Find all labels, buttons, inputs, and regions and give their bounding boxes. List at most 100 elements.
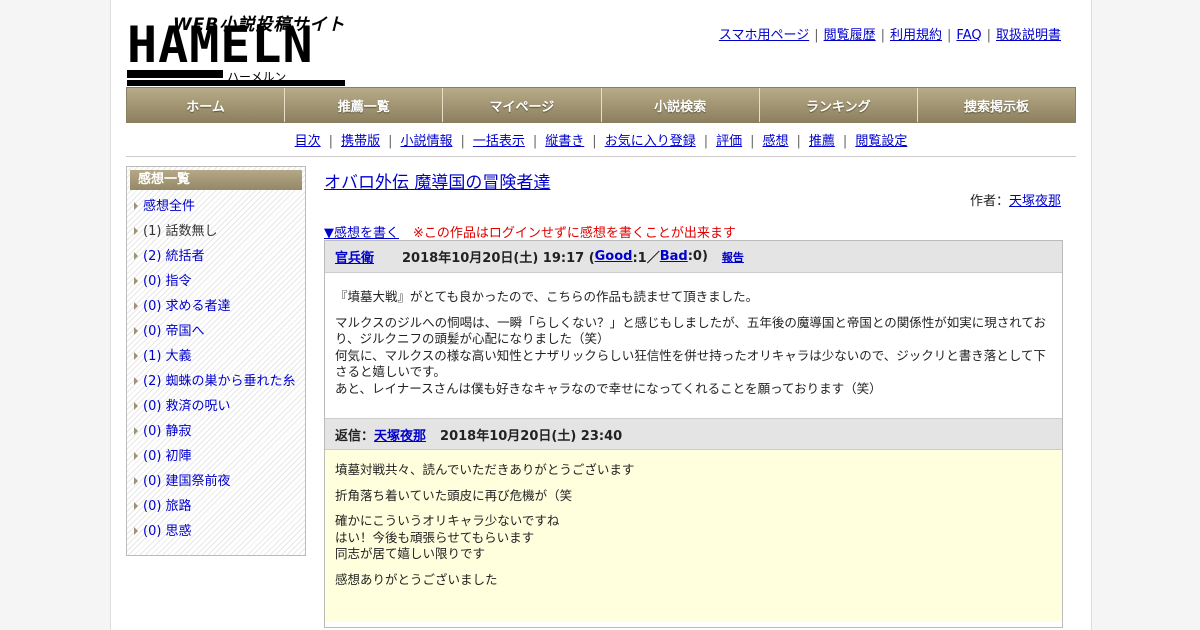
commenter-link[interactable]: 官兵衛 (335, 247, 374, 266)
sidebar-item-label[interactable]: 感想全件 (143, 199, 195, 214)
nav-home[interactable]: ホーム (127, 88, 286, 122)
bad-vote-link[interactable]: Bad (660, 249, 688, 264)
sidebar-item-label[interactable]: (0) 指令 (143, 274, 192, 289)
novel-info-link[interactable]: 小説情報 (400, 134, 452, 149)
comment-paragraph: あと、レイナースさんは僕も好きなキャラなので幸せになってくれることを願っておりま… (335, 380, 882, 396)
comments-link[interactable]: 感想 (763, 134, 789, 149)
sidebar-heading: 感想一覧 (130, 170, 302, 190)
separator: | (592, 134, 597, 149)
sidebar-item-label[interactable]: (0) 求める者達 (143, 299, 231, 314)
sidebar-item[interactable]: (0) 建国祭前夜 (127, 469, 305, 494)
sidebar-item[interactable]: (0) 初陣 (127, 444, 305, 469)
sidebar-item-label[interactable]: (0) 初陣 (143, 449, 192, 464)
history-link[interactable]: 閲覧履歴 (824, 28, 876, 43)
reply-paragraph: 感想ありがとうございました (335, 571, 498, 587)
separator: | (842, 134, 848, 149)
comment-box: 官兵衛 2018年10月20日(土) 19:17 (Good:1／ Bad:0) … (324, 240, 1063, 628)
guest-comment-note: ※この作品はログインせずに感想を書くことが出来ます (413, 226, 736, 241)
rating-link[interactable]: 評価 (716, 134, 742, 149)
nav-mypage[interactable]: マイページ (443, 88, 602, 122)
manual-link[interactable]: 取扱説明書 (996, 28, 1061, 43)
separator: | (986, 28, 991, 43)
sidebar-item-label[interactable]: (2) 蜘蛛の巣から垂れた糸 (143, 374, 296, 389)
vertical-link[interactable]: 縦書き (545, 134, 584, 149)
mobile-version-link[interactable]: 携帯版 (341, 134, 380, 149)
reply-paragraph: 確かにこういうオリキャラ少ないですね (335, 513, 560, 528)
logo-bar (127, 70, 223, 78)
sidebar-item-label[interactable]: (0) 帝国へ (143, 324, 205, 339)
separator: | (328, 134, 334, 149)
author-line: 作者：天塚夜那 (970, 190, 1061, 209)
logo-name: HAMELN (127, 16, 314, 74)
sidebar-item-label[interactable]: (0) 旅路 (143, 499, 192, 514)
sidebar-item[interactable]: 感想全件 (127, 194, 305, 219)
comment-body: 『墳墓大戦』がとても良かったので、こちらの作品も読ませて頂きました。 マルクスの… (325, 273, 1062, 418)
bad-count: :0) (687, 249, 708, 264)
good-vote-link[interactable]: Good (595, 249, 633, 264)
sidebar-item-label[interactable]: (0) 救済の呪い (143, 399, 231, 414)
sidebar-item[interactable]: (0) 思惑 (127, 519, 305, 544)
site-logo[interactable]: WEB小説投稿サイト HAMELN ハーメルン (127, 8, 347, 86)
separator: | (703, 134, 709, 149)
display-all-link[interactable]: 一括表示 (473, 134, 525, 149)
novel-sub-links: 目次 | 携帯版 | 小説情報 | 一括表示 | 縦書き | お気に入り登録 | 評価 | 感想 | 推薦 | 閲覧… (111, 130, 1091, 149)
nav-search-board[interactable]: 捜索掲示板 (917, 88, 1076, 122)
author-label: 作者： (969, 194, 1009, 209)
smartphone-page-link[interactable]: スマホ用ページ (719, 28, 809, 43)
logo-underline (127, 80, 345, 86)
novel-title-link[interactable]: オバロ外伝 魔導国の冒険者達 (324, 168, 550, 193)
separator: | (532, 134, 538, 149)
nav-recommendations[interactable]: 推薦一覧 (285, 88, 444, 122)
write-comment-link[interactable]: ▼感想を書く (324, 226, 399, 241)
sidebar-item-label[interactable]: (0) 思惑 (143, 524, 192, 539)
write-comment-area: ▼感想を書く ※この作品はログインせずに感想を書くことが出来ます (324, 222, 736, 241)
page: WEB小説投稿サイト HAMELN ハーメルン スマホ用ページ | 閲覧履歴 | 利用規… (110, 0, 1092, 630)
sidebar-item[interactable]: (0) 帝国へ (127, 319, 305, 344)
reading-settings-link[interactable]: 閲覧設定 (855, 134, 907, 149)
good-count: :1／ (632, 251, 660, 266)
nav-ranking[interactable]: ランキング (759, 88, 918, 122)
sidebar: 感想一覧 感想全件 (1) 話数無し (2) 統括者 (0) 指令 (0) 求め… (126, 166, 306, 556)
sidebar-item[interactable]: (2) 統括者 (127, 244, 305, 269)
sidebar-list: 感想全件 (1) 話数無し (2) 統括者 (0) 指令 (0) 求める者達 (… (127, 194, 305, 544)
favorite-link[interactable]: お気に入り登録 (605, 134, 696, 149)
nav-novel-search[interactable]: 小説検索 (601, 88, 760, 122)
terms-link[interactable]: 利用規約 (890, 28, 942, 43)
report-link[interactable]: 報告 (722, 249, 744, 265)
reply-author-link[interactable]: 天塚夜那 (374, 425, 426, 444)
sidebar-item[interactable]: (0) 静寂 (127, 419, 305, 444)
sidebar-item[interactable]: (0) 求める者達 (127, 294, 305, 319)
sidebar-item[interactable]: (2) 蜘蛛の巣から垂れた糸 (127, 369, 305, 394)
comment-paragraph: マルクスのジルへの恫喝は、一瞬「らしくない？」と感じもしましたが、五年後の魔導国… (335, 314, 1047, 347)
comment-header: 官兵衛 2018年10月20日(土) 19:17 (Good:1／ Bad:0) … (325, 241, 1062, 273)
sidebar-item[interactable]: (0) 旅路 (127, 494, 305, 519)
sidebar-item[interactable]: (0) 指令 (127, 269, 305, 294)
comment-date: 2018年10月20日(土) 19:17 ( (402, 251, 595, 266)
comment-paragraph: 『墳墓大戦』がとても良かったので、こちらの作品も読ませて頂きました。 (335, 289, 759, 304)
reply-paragraph: はい！今後も頑張らせてもらいます (335, 529, 535, 545)
separator: | (947, 28, 952, 43)
sidebar-item: (1) 話数無し (127, 219, 305, 244)
divider (126, 156, 1076, 157)
sidebar-item-label[interactable]: (0) 静寂 (143, 424, 192, 439)
sidebar-item-label[interactable]: (1) 大義 (143, 349, 192, 364)
top-links: スマホ用ページ | 閲覧履歴 | 利用規約 | FAQ | 取扱説明書 (717, 24, 1063, 43)
sidebar-item[interactable]: (1) 大義 (127, 344, 305, 369)
sidebar-item-label: (1) 話数無し (143, 224, 218, 239)
faq-link[interactable]: FAQ (956, 28, 981, 43)
author-link[interactable]: 天塚夜那 (1009, 194, 1061, 209)
toc-link[interactable]: 目次 (295, 134, 321, 149)
comment-paragraph: 何気に、マルクスの様な高い知性とナザリックらしい狂信性を併せ持ったオリキャラは少… (335, 347, 1046, 380)
separator: | (388, 134, 393, 149)
main-nav: ホーム 推薦一覧 マイページ 小説検索 ランキング 捜索掲示板 (126, 87, 1076, 123)
reply-date: 2018年10月20日(土) 23:40 (440, 428, 623, 444)
reply-header: 返信： 天塚夜那 2018年10月20日(土) 23:40 (325, 418, 1062, 450)
reply-body: 墳墓対戦共々、読んでいただきありがとうございます 折角落ち着いていた頭皮に再び危… (325, 450, 1062, 622)
separator: | (880, 28, 885, 43)
reply-paragraph: 墳墓対戦共々、読んでいただきありがとうございます (335, 462, 635, 477)
recommend-link[interactable]: 推薦 (809, 134, 835, 149)
separator: | (460, 134, 465, 149)
sidebar-item[interactable]: (0) 救済の呪い (127, 394, 305, 419)
sidebar-item-label[interactable]: (2) 統括者 (143, 249, 205, 264)
sidebar-item-label[interactable]: (0) 建国祭前夜 (143, 474, 231, 489)
